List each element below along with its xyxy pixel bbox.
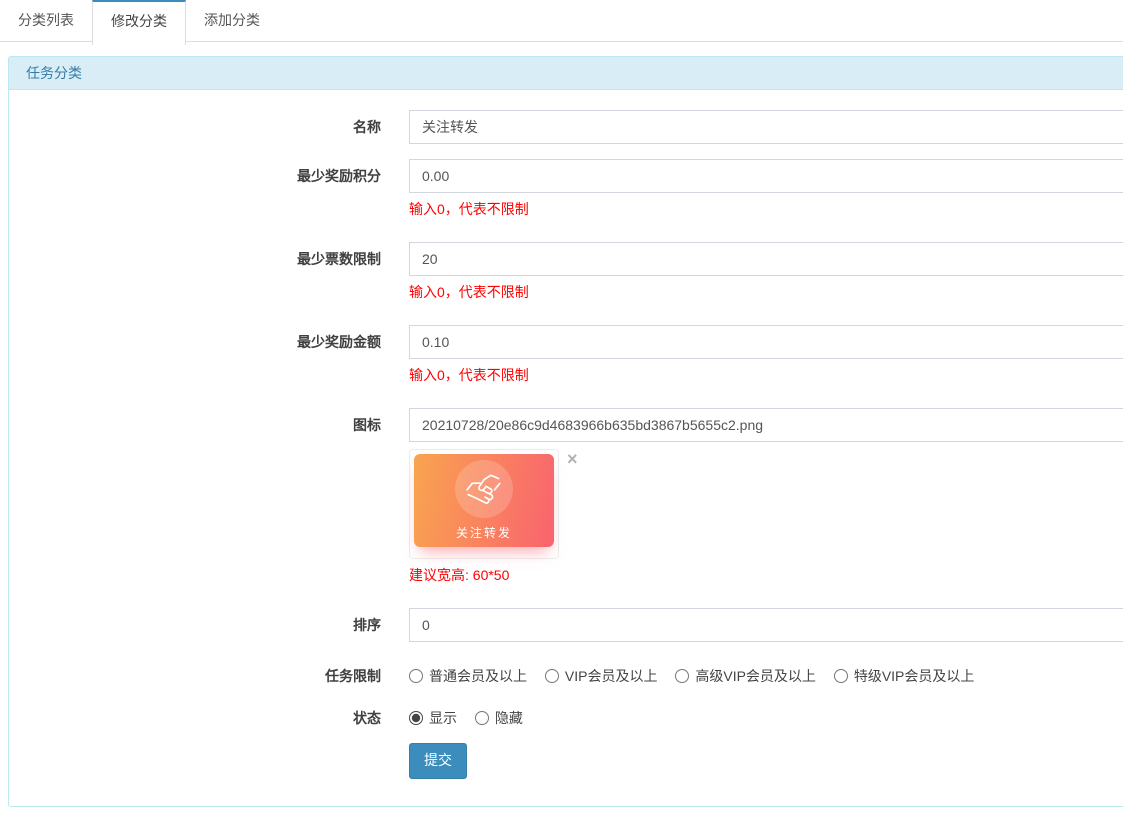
task-limit-label: 任务限制 — [9, 666, 381, 686]
task-category-panel: 任务分类 名称 最少奖励积分 输入0，代表不限制 最少票数限制 输入0，代表不限… — [8, 56, 1123, 807]
task-limit-radio-normal[interactable] — [409, 669, 423, 683]
icon-preview-card: 关注转发 — [414, 454, 554, 547]
task-limit-option-normal-text: 普通会员及以上 — [429, 666, 527, 686]
form-row-icon: 图标 — [9, 408, 1123, 584]
min-points-hint: 输入0，代表不限制 — [409, 201, 1123, 218]
min-votes-input[interactable] — [409, 242, 1123, 276]
status-radio-hide[interactable] — [475, 711, 489, 725]
status-option-show[interactable]: 显示 — [409, 708, 457, 728]
icon-preview-text: 关注转发 — [456, 524, 512, 541]
form-row-min-votes: 最少票数限制 输入0，代表不限制 — [9, 242, 1123, 301]
task-limit-option-senior-vip[interactable]: 高级VIP会员及以上 — [675, 666, 816, 686]
tab-add-category[interactable]: 添加分类 — [186, 0, 278, 42]
task-limit-option-super-vip[interactable]: 特级VIP会员及以上 — [834, 666, 975, 686]
task-limit-radio-super-vip[interactable] — [834, 669, 848, 683]
form-row-status: 状态 显示 隐藏 — [9, 708, 1123, 728]
min-points-input[interactable] — [409, 159, 1123, 193]
form-row-min-amount: 最少奖励金额 输入0，代表不限制 — [9, 325, 1123, 384]
min-votes-hint: 输入0，代表不限制 — [409, 284, 1123, 301]
handshake-icon — [455, 460, 513, 518]
panel-body: 名称 最少奖励积分 输入0，代表不限制 最少票数限制 输入0，代表不限制 最少奖… — [9, 90, 1123, 779]
form-row-submit: 提交 — [9, 743, 1123, 779]
panel-title: 任务分类 — [9, 57, 1123, 90]
name-input[interactable] — [409, 110, 1123, 144]
status-option-hide[interactable]: 隐藏 — [475, 708, 523, 728]
sort-input[interactable] — [409, 608, 1123, 642]
icon-path-input[interactable] — [409, 408, 1123, 442]
form-row-task-limit: 任务限制 普通会员及以上 VIP会员及以上 高级VIP会员及以上 特级VIP会员… — [9, 666, 1123, 686]
min-amount-input[interactable] — [409, 325, 1123, 359]
icon-hint: 建议宽高: 60*50 — [409, 567, 1123, 584]
icon-preview-box: 关注转发 — [409, 449, 559, 559]
form-row-name: 名称 — [9, 110, 1123, 144]
task-limit-option-senior-vip-text: 高级VIP会员及以上 — [695, 666, 816, 686]
task-limit-radio-senior-vip[interactable] — [675, 669, 689, 683]
icon-label: 图标 — [9, 408, 381, 584]
task-limit-option-vip-text: VIP会员及以上 — [565, 666, 658, 686]
submit-spacer — [9, 743, 381, 779]
status-label: 状态 — [9, 708, 381, 728]
name-label: 名称 — [9, 110, 381, 144]
submit-button[interactable]: 提交 — [409, 743, 467, 779]
task-limit-radio-vip[interactable] — [545, 669, 559, 683]
remove-image-icon[interactable]: × — [567, 450, 578, 468]
tab-category-list[interactable]: 分类列表 — [0, 0, 92, 42]
form-row-min-points: 最少奖励积分 输入0，代表不限制 — [9, 159, 1123, 218]
min-points-label: 最少奖励积分 — [9, 159, 381, 218]
min-amount-hint: 输入0，代表不限制 — [409, 367, 1123, 384]
min-amount-label: 最少奖励金额 — [9, 325, 381, 384]
tab-bar: 分类列表 修改分类 添加分类 — [0, 0, 1123, 42]
status-radio-show[interactable] — [409, 711, 423, 725]
task-limit-option-vip[interactable]: VIP会员及以上 — [545, 666, 658, 686]
status-option-show-text: 显示 — [429, 708, 457, 728]
tab-modify-category[interactable]: 修改分类 — [92, 0, 186, 45]
status-option-hide-text: 隐藏 — [495, 708, 523, 728]
task-limit-option-super-vip-text: 特级VIP会员及以上 — [854, 666, 975, 686]
form-row-sort: 排序 — [9, 608, 1123, 642]
min-votes-label: 最少票数限制 — [9, 242, 381, 301]
task-limit-option-normal[interactable]: 普通会员及以上 — [409, 666, 527, 686]
sort-label: 排序 — [9, 608, 381, 642]
